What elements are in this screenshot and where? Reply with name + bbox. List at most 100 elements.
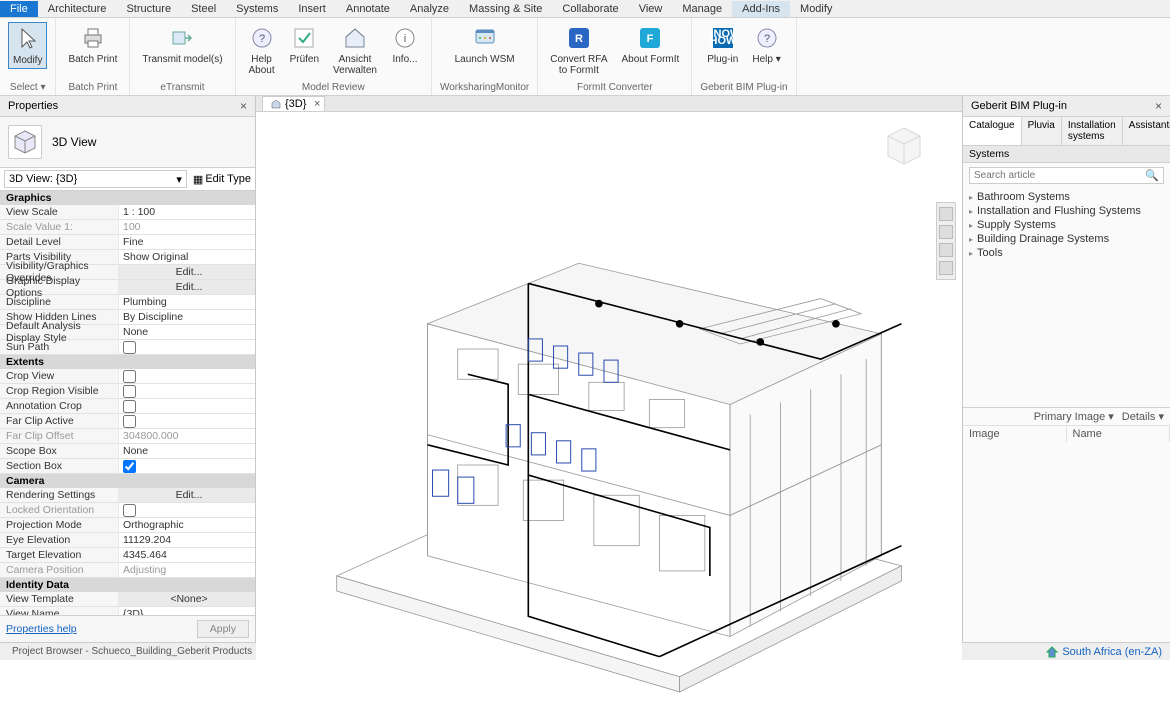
apply-button[interactable]: Apply <box>197 620 249 638</box>
property-checkbox[interactable] <box>123 370 136 383</box>
ribbon-group-geberit-bim-plug-in: KNOWHOWPlug-in?Help ▾Geberit BIM Plug-in <box>692 18 796 95</box>
property-edit-button[interactable]: Edit... <box>118 488 255 502</box>
property-edit-button[interactable]: <None> <box>118 592 255 606</box>
nav-zoom-icon[interactable] <box>939 243 953 257</box>
property-value[interactable] <box>118 384 255 398</box>
plugin-tab-pluvia[interactable]: Pluvia <box>1022 117 1062 145</box>
ribbon-btn-transmit-model-s-[interactable]: Transmit model(s) <box>138 22 226 67</box>
menu-tab-insert[interactable]: Insert <box>288 1 336 17</box>
ribbon-btn-ansicht[interactable]: AnsichtVerwalten <box>329 22 381 78</box>
search-icon[interactable]: 🔍 <box>1141 169 1163 182</box>
ribbon-btn-help-[interactable]: ?Help ▾ <box>748 22 784 67</box>
menu-tab-manage[interactable]: Manage <box>672 1 732 17</box>
plugin-title: Geberit BIM Plug-in <box>971 100 1067 112</box>
property-value[interactable]: {3D} <box>118 607 255 615</box>
ribbon-btn-info-[interactable]: iInfo... <box>387 22 423 67</box>
ribbon-btn-batch-print[interactable]: Batch Print <box>64 22 121 67</box>
ribbon-btn-help[interactable]: ?HelpAbout <box>244 22 280 78</box>
nav-pan-icon[interactable] <box>939 225 953 239</box>
close-icon[interactable]: × <box>314 98 320 110</box>
property-key: Projection Mode <box>0 519 118 531</box>
monitor-icon <box>471 24 499 52</box>
menu-tab-architecture[interactable]: Architecture <box>38 1 117 17</box>
menu-tab-collaborate[interactable]: Collaborate <box>552 1 628 17</box>
property-checkbox[interactable] <box>123 504 136 517</box>
ribbon-btn-label: Launch WSM <box>455 54 515 65</box>
locale-indicator[interactable]: South Africa (en-ZA) <box>1046 646 1170 658</box>
property-value[interactable] <box>118 369 255 383</box>
property-value[interactable]: 1 : 100 <box>118 205 255 219</box>
property-value[interactable] <box>118 459 255 473</box>
menu-tab-structure[interactable]: Structure <box>116 1 181 17</box>
tree-item-building-drainage-systems[interactable]: ▸Building Drainage Systems <box>969 232 1164 246</box>
plugin-tab-assistants[interactable]: Assistants <box>1123 117 1170 145</box>
nav-wheel-icon[interactable] <box>939 207 953 221</box>
caret-right-icon: ▸ <box>969 193 973 202</box>
property-value[interactable]: None <box>118 444 255 458</box>
ribbon-btn-label: Info... <box>392 54 417 65</box>
properties-header[interactable]: 3D View <box>0 117 255 168</box>
menu-tab-annotate[interactable]: Annotate <box>336 1 400 17</box>
tree-item-bathroom-systems[interactable]: ▸Bathroom Systems <box>969 190 1164 204</box>
property-edit-button[interactable]: Edit... <box>118 280 255 294</box>
menu-tab-file[interactable]: File <box>0 1 38 17</box>
property-value[interactable]: 4345.464 <box>118 548 255 562</box>
menu-tab-add-ins[interactable]: Add-Ins <box>732 1 790 17</box>
property-value[interactable]: By Discipline <box>118 310 255 324</box>
property-value[interactable] <box>118 414 255 428</box>
property-selector[interactable]: 3D View: {3D} ▾ <box>4 170 187 188</box>
property-value[interactable] <box>118 340 255 354</box>
menu-tab-massing-site[interactable]: Massing & Site <box>459 1 552 17</box>
menu-tab-systems[interactable]: Systems <box>226 1 288 17</box>
viewport-canvas[interactable] <box>256 112 962 717</box>
property-value[interactable]: Orthographic <box>118 518 255 532</box>
property-checkbox[interactable] <box>123 385 136 398</box>
ribbon-btn-pr-fen[interactable]: Prüfen <box>286 22 323 67</box>
property-key: Far Clip Offset <box>0 430 118 442</box>
plugin-tab-installation-systems[interactable]: Installation systems <box>1062 117 1123 145</box>
property-value[interactable] <box>118 399 255 413</box>
close-icon[interactable]: × <box>240 99 247 113</box>
view-tab-3d[interactable]: {3D} × <box>262 96 325 111</box>
property-section-extents: Extents <box>0 355 255 369</box>
menu-tab-modify[interactable]: Modify <box>790 1 842 17</box>
navigation-bar <box>936 202 956 280</box>
search-row: 🔍 <box>969 167 1164 184</box>
plugin-section-label: Systems <box>963 146 1170 163</box>
tree-item-tools[interactable]: ▸Tools <box>969 246 1164 260</box>
primary-image-toggle[interactable]: Primary Image ▾ <box>1034 410 1114 423</box>
property-checkbox[interactable] <box>123 415 136 428</box>
viewcube[interactable] <box>880 122 928 170</box>
property-value[interactable] <box>118 503 255 517</box>
menu-tab-view[interactable]: View <box>629 1 673 17</box>
details-toggle[interactable]: Details ▾ <box>1122 410 1164 423</box>
status-tab-project-browser-schueco-buildi[interactable]: Project Browser - Schueco_Building_Geber… <box>4 644 261 659</box>
property-checkbox[interactable] <box>123 460 136 473</box>
plugin-tab-catalogue[interactable]: Catalogue <box>963 117 1022 145</box>
property-value[interactable]: None <box>118 325 255 339</box>
property-key: Far Clip Active <box>0 415 118 427</box>
property-checkbox[interactable] <box>123 400 136 413</box>
ribbon-btn-convert-rfa[interactable]: RConvert RFAto FormIt <box>546 22 611 78</box>
ribbon-btn-about-formit[interactable]: FAbout FormIt <box>618 22 684 67</box>
ribbon-btn-plug-in[interactable]: KNOWHOWPlug-in <box>703 22 742 67</box>
property-value[interactable]: Plumbing <box>118 295 255 309</box>
property-edit-button[interactable]: Edit... <box>118 265 255 279</box>
properties-help-link[interactable]: Properties help <box>6 623 77 635</box>
property-value[interactable]: Show Original <box>118 250 255 264</box>
property-row: View Scale1 : 100 <box>0 205 255 220</box>
ribbon-btn-modify[interactable]: Modify <box>8 22 47 69</box>
menu-tab-steel[interactable]: Steel <box>181 1 226 17</box>
close-icon[interactable]: × <box>1155 99 1162 113</box>
property-value: Adjusting <box>118 563 255 577</box>
property-checkbox[interactable] <box>123 341 136 354</box>
nav-orbit-icon[interactable] <box>939 261 953 275</box>
tree-item-installation-and-flushing-systems[interactable]: ▸Installation and Flushing Systems <box>969 204 1164 218</box>
search-input[interactable] <box>970 168 1141 183</box>
menu-tab-analyze[interactable]: Analyze <box>400 1 459 17</box>
property-value[interactable]: 11129.204 <box>118 533 255 547</box>
tree-item-supply-systems[interactable]: ▸Supply Systems <box>969 218 1164 232</box>
property-value[interactable]: Fine <box>118 235 255 249</box>
ribbon-btn-launch-wsm[interactable]: Launch WSM <box>451 22 519 67</box>
edit-type-button[interactable]: ▦ Edit Type <box>193 173 251 186</box>
